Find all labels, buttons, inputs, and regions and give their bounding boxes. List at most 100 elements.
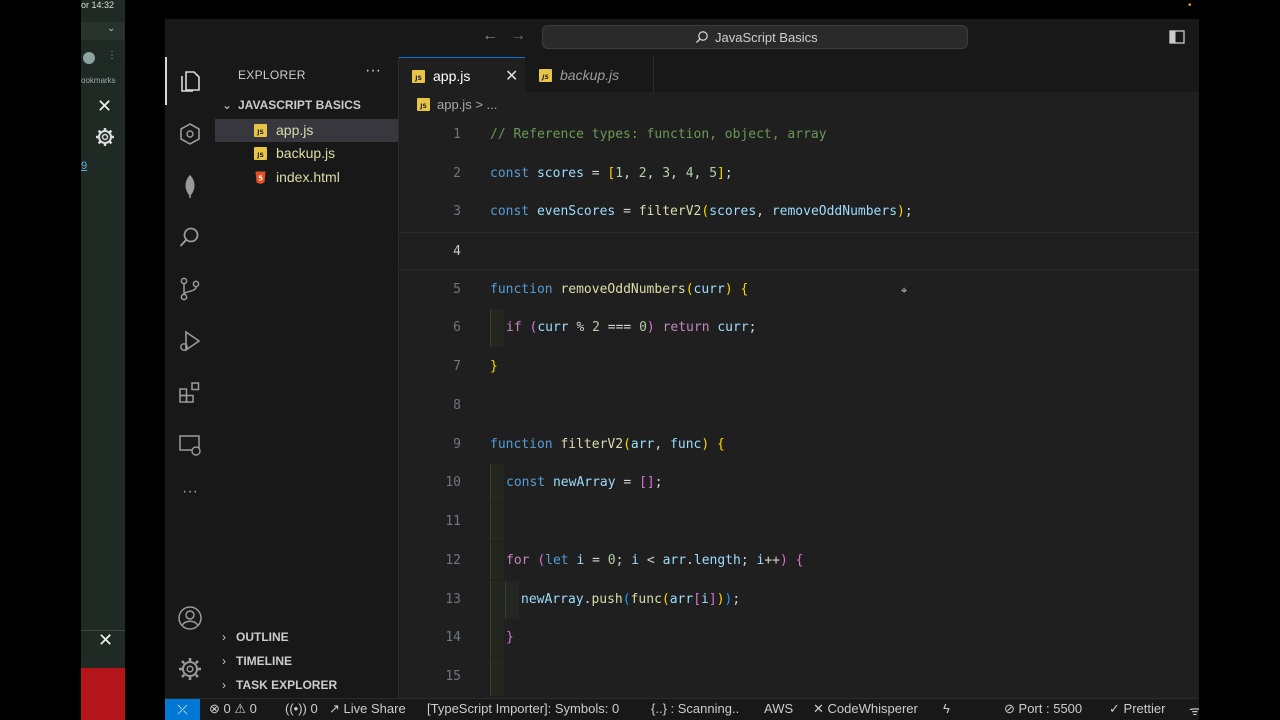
file-item-index-html[interactable]: 5 index.html	[215, 166, 398, 189]
explorer-sidebar: EXPLORER ··· ⌄ JAVASCRIPT BASICS JS app.j…	[215, 57, 399, 698]
code-text: newArray.push(func(arr[i]));	[521, 592, 741, 607]
indent-guide	[490, 542, 504, 580]
scanning-status[interactable]: {..} : Scanning..	[651, 701, 739, 716]
code-line-current[interactable]: 4	[399, 232, 1199, 270]
svg-text:5: 5	[258, 175, 263, 183]
file-name: index.html	[276, 169, 340, 185]
code-line[interactable]: 13 newArray.push(func(arr[i]));	[399, 581, 1199, 619]
bg-topbar: ⌄	[81, 22, 125, 40]
breadcrumb[interactable]: JS app.js > ...	[417, 97, 497, 112]
line-number: 4	[453, 244, 461, 259]
remote-explorer-icon[interactable]	[177, 432, 203, 458]
line-number: 9	[453, 437, 461, 452]
file-name: app.js	[276, 122, 314, 138]
problems-indicator[interactable]: ⊗ 0 ⚠ 0	[209, 701, 257, 717]
code-line[interactable]: 2 const scores = [1, 2, 3, 4, 5];	[399, 155, 1199, 193]
account-icon[interactable]	[177, 605, 203, 631]
file-item-app-js[interactable]: JS app.js	[215, 119, 398, 142]
timeline-section[interactable]: › TIMELINE	[222, 654, 292, 668]
folder-header[interactable]: ⌄ JAVASCRIPT BASICS	[222, 98, 361, 112]
active-indicator	[165, 57, 167, 105]
javascript-file-icon: JS	[539, 69, 552, 82]
ts-importer-status[interactable]: [TypeScript Importer]: Symbols: 0	[427, 701, 619, 716]
code-line[interactable]: 8	[399, 387, 1199, 425]
aws-button[interactable]: AWS	[764, 701, 793, 716]
run-debug-icon[interactable]	[177, 328, 203, 354]
arrow-left-icon[interactable]: ←	[482, 27, 498, 45]
section-label: TASK EXPLORER	[236, 678, 338, 692]
tab-backup-js[interactable]: JS backup.js	[526, 57, 654, 93]
gear-icon[interactable]	[95, 127, 115, 147]
lightning-icon[interactable]: ϟ	[943, 701, 950, 716]
codewhisperer-button[interactable]: ✕ CodeWhisperer	[813, 701, 918, 717]
broadcast-icon: ((•))	[285, 701, 307, 716]
code-line[interactable]: 7 }	[399, 348, 1199, 386]
code-line[interactable]: 5 function removeOddNumbers(curr) {	[399, 271, 1199, 309]
breadcrumb-file[interactable]: app.js	[437, 97, 472, 112]
line-number: 11	[445, 514, 461, 529]
port-label: Port : 5500	[1018, 701, 1083, 716]
tab-app-js[interactable]: JS app.js ✕	[399, 57, 525, 93]
code-line[interactable]: 12 for (let i = 0; i < arr.length; i++) …	[399, 542, 1199, 580]
code-line[interactable]: 1 // Reference types: function, object, …	[399, 116, 1199, 154]
activity-bar: ···	[165, 57, 215, 698]
close-icon[interactable]: ✕	[505, 66, 518, 86]
code-text: // Reference types: function, object, ar…	[490, 127, 827, 142]
chevron-right-icon: ›	[222, 654, 226, 668]
editor-group: JS app.js ✕ JS backup.js JS app.js > ...	[399, 57, 1199, 698]
extensions-icon[interactable]	[177, 380, 203, 406]
search-icon	[696, 31, 708, 43]
codewhisperer-label: CodeWhisperer	[827, 701, 918, 716]
code-line[interactable]: 15	[399, 658, 1199, 696]
code-line[interactable]: 10 const newArray = [];	[399, 464, 1199, 502]
line-number: 14	[445, 630, 461, 645]
code-line[interactable]: 14 }	[399, 619, 1199, 657]
file-item-backup-js[interactable]: JS backup.js	[215, 142, 398, 165]
cube-icon[interactable]	[177, 121, 203, 147]
code-line[interactable]: 3 const evenScores = filterV2(scores, re…	[399, 193, 1199, 231]
chevron-down-icon[interactable]: ⌄	[107, 23, 115, 34]
command-center[interactable]: JavaScript Basics	[542, 25, 968, 49]
source-control-icon[interactable]	[177, 276, 203, 302]
chevron-down-icon: ⌄	[222, 98, 233, 112]
profile-avatar[interactable]	[83, 52, 95, 64]
task-explorer-section[interactable]: › TASK EXPLORER	[222, 678, 337, 692]
more-icon[interactable]: ⋮	[107, 50, 117, 61]
file-name: backup.js	[276, 145, 336, 161]
mouse-cursor-icon: ⌖	[901, 285, 908, 297]
leaf-icon[interactable]	[177, 173, 203, 199]
live-share-button[interactable]: ↗ Live Share	[329, 701, 406, 717]
close-icon[interactable]: ✕	[98, 630, 113, 651]
files-icon[interactable]	[177, 68, 203, 94]
outline-section[interactable]: › OUTLINE	[222, 630, 289, 644]
bookmarks-label: ookmarks	[81, 76, 116, 85]
code-line[interactable]: 11	[399, 503, 1199, 541]
tab-label: backup.js	[560, 67, 620, 83]
red-panel	[81, 668, 125, 720]
code-line[interactable]: 6 if (curr % 2 === 0) return curr;	[399, 309, 1199, 347]
code-line[interactable]: 9 function filterV2(arr, func) {	[399, 426, 1199, 464]
remote-indicator-icon[interactable]: ⤫	[165, 699, 200, 720]
notifications-icon[interactable]: ᯤ	[1189, 701, 1199, 719]
indent-guide	[490, 581, 504, 619]
close-icon[interactable]: ✕	[97, 96, 112, 117]
gear-icon[interactable]	[177, 656, 203, 682]
indent-guide	[490, 309, 504, 347]
javascript-file-icon: JS	[254, 124, 267, 137]
prettier-button[interactable]: ✓ Prettier	[1109, 701, 1165, 717]
toggle-sidebar-icon[interactable]	[1169, 29, 1185, 45]
code-text: function filterV2(arr, func) {	[490, 437, 725, 452]
more-icon[interactable]: ···	[177, 483, 203, 509]
ports-indicator[interactable]: ((•)) 0	[285, 701, 318, 716]
line-number: 7	[453, 359, 461, 374]
title-bar: ← → JavaScript Basics	[165, 19, 1199, 57]
more-icon[interactable]: ···	[365, 62, 381, 80]
code-text: const evenScores = filterV2(scores, remo…	[490, 204, 913, 219]
link[interactable]: 9	[81, 160, 87, 172]
arrow-right-icon[interactable]: →	[510, 27, 526, 45]
background-window: or 14:32 ⌄ ⋮ ookmarks ✕ 9 ✕	[81, 0, 125, 720]
breadcrumb-symbol[interactable]: ...	[487, 97, 498, 112]
chevron-right-icon: ›	[222, 678, 226, 692]
search-icon[interactable]	[177, 225, 203, 251]
port-button[interactable]: ⊘ Port : 5500	[1004, 701, 1082, 717]
